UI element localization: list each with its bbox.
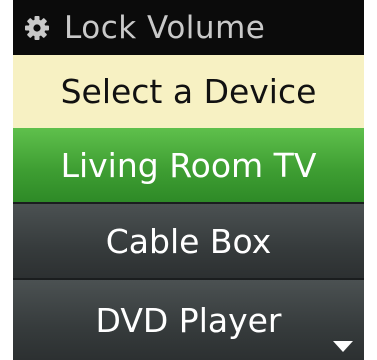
screen-title: Lock Volume <box>64 9 266 46</box>
section-header: Select a Device <box>13 55 364 128</box>
scroll-down-arrow-icon[interactable] <box>332 340 354 353</box>
device-item-living-room-tv[interactable]: Living Room TV <box>13 128 364 202</box>
title-bar: Lock Volume <box>13 0 364 55</box>
remote-screen: Lock Volume Select a Device Living Room … <box>13 0 364 360</box>
device-item-cable-box[interactable]: Cable Box <box>13 204 364 278</box>
device-item-label: Cable Box <box>105 221 272 261</box>
section-header-label: Select a Device <box>60 72 317 111</box>
device-item-dvd-player[interactable]: DVD Player <box>13 280 364 360</box>
device-item-label: DVD Player <box>95 300 282 340</box>
device-item-label: Living Room TV <box>60 145 317 185</box>
gear-icon <box>25 15 49 40</box>
